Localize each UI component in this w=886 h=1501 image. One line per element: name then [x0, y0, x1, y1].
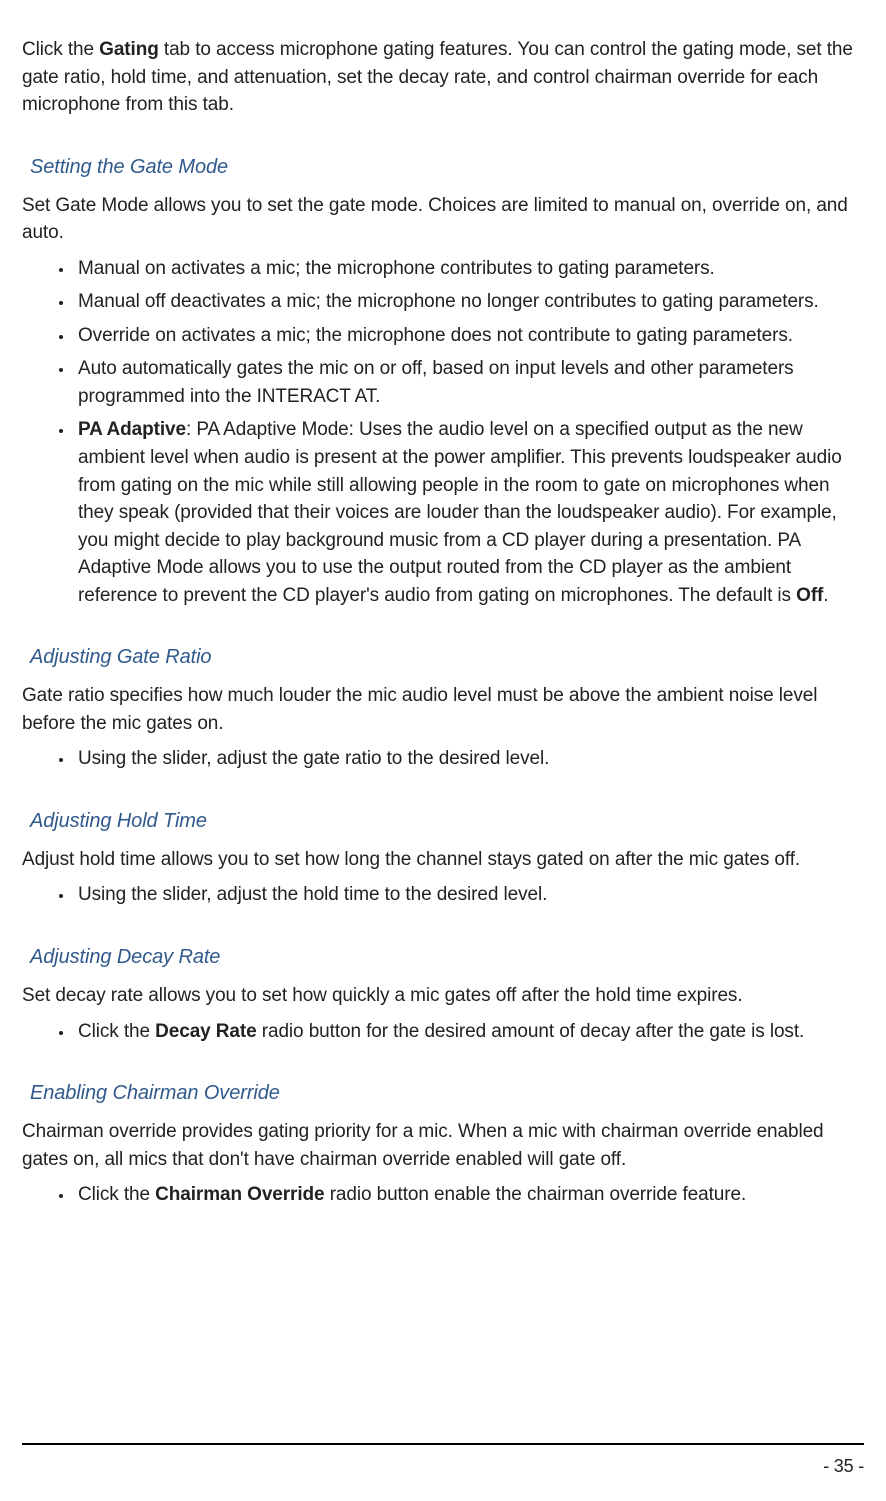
intro-bold: Gating [99, 39, 159, 60]
intro-pre: Click the [22, 39, 99, 60]
list-item: Using the slider, adjust the gate ratio … [74, 745, 864, 773]
section-body-decay-rate: Set decay rate allows you to set how qui… [22, 982, 864, 1010]
list-gate-ratio: Using the slider, adjust the gate ratio … [74, 745, 864, 773]
pa-adaptive-bold: PA Adaptive [78, 419, 186, 440]
decay-post: radio button for the desired amount of d… [257, 1021, 805, 1042]
decay-pre: Click the [78, 1021, 155, 1042]
list-item: Auto automatically gates the mic on or o… [74, 355, 864, 410]
list-item: Using the slider, adjust the hold time t… [74, 881, 864, 909]
chairman-bold: Chairman Override [155, 1184, 324, 1205]
section-heading-gate-mode: Setting the Gate Mode [30, 153, 864, 182]
section-body-gate-mode: Set Gate Mode allows you to set the gate… [22, 192, 864, 247]
intro-paragraph: Click the Gating tab to access microphon… [22, 36, 864, 119]
chairman-post: radio button enable the chairman overrid… [325, 1184, 747, 1205]
section-heading-hold-time: Adjusting Hold Time [30, 807, 864, 836]
list-decay-rate: Click the Decay Rate radio button for th… [74, 1018, 864, 1046]
pa-adaptive-off: Off [796, 585, 823, 606]
list-chairman-override: Click the Chairman Override radio button… [74, 1181, 864, 1209]
section-body-hold-time: Adjust hold time allows you to set how l… [22, 846, 864, 874]
page-number: - 35 - [823, 1453, 864, 1479]
section-body-gate-ratio: Gate ratio specifies how much louder the… [22, 682, 864, 737]
list-hold-time: Using the slider, adjust the hold time t… [74, 881, 864, 909]
list-item: Click the Decay Rate radio button for th… [74, 1018, 864, 1046]
section-heading-decay-rate: Adjusting Decay Rate [30, 943, 864, 972]
section-body-chairman-override: Chairman override provides gating priori… [22, 1118, 864, 1173]
list-item: PA Adaptive: PA Adaptive Mode: Uses the … [74, 416, 864, 609]
section-heading-chairman-override: Enabling Chairman Override [30, 1079, 864, 1108]
list-item: Click the Chairman Override radio button… [74, 1181, 864, 1209]
chairman-pre: Click the [78, 1184, 155, 1205]
section-heading-gate-ratio: Adjusting Gate Ratio [30, 643, 864, 672]
pa-adaptive-period: . [823, 585, 828, 606]
decay-bold: Decay Rate [155, 1021, 256, 1042]
pa-adaptive-rest: : PA Adaptive Mode: Uses the audio level… [78, 419, 842, 605]
list-gate-mode: Manual on activates a mic; the microphon… [74, 255, 864, 610]
list-item: Manual off deactivates a mic; the microp… [74, 288, 864, 316]
list-item: Manual on activates a mic; the microphon… [74, 255, 864, 283]
list-item: Override on activates a mic; the microph… [74, 322, 864, 350]
footer-rule [22, 1443, 864, 1445]
